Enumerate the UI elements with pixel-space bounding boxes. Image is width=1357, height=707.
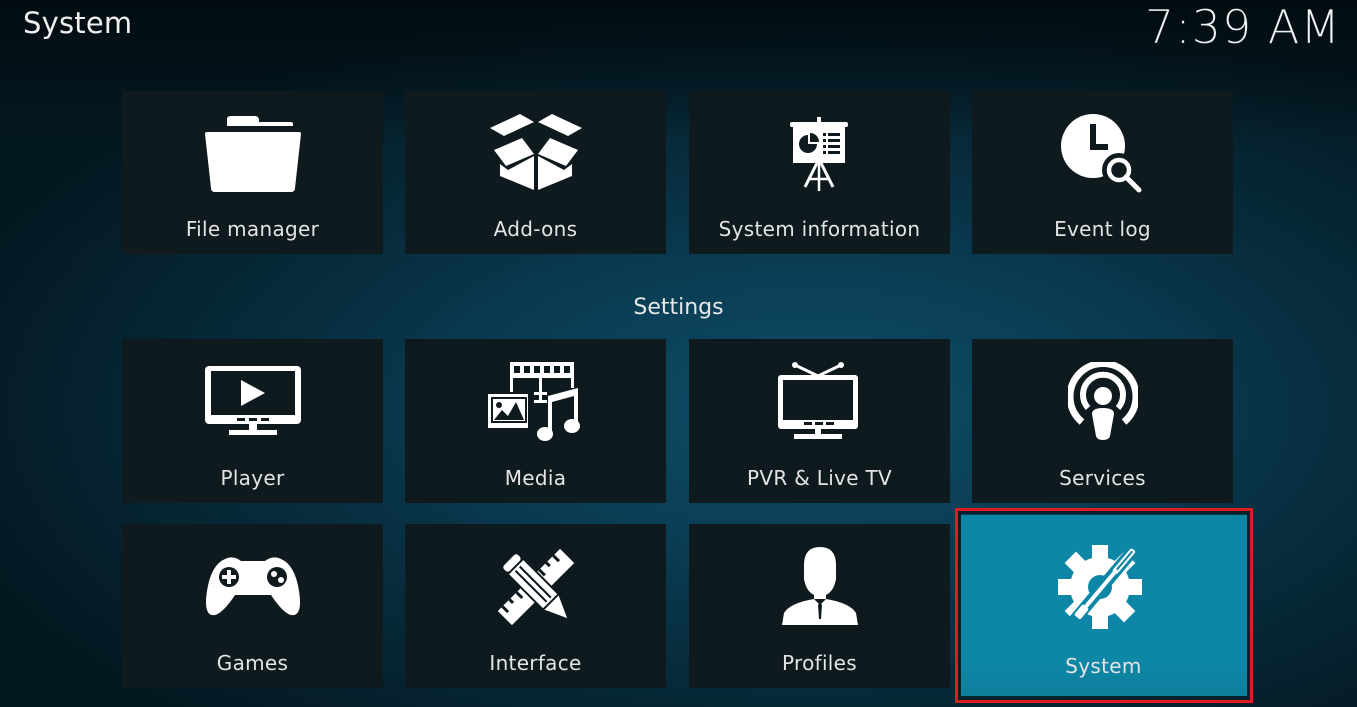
tile-system[interactable]: System <box>960 515 1247 696</box>
tv-antenna-icon <box>689 361 950 443</box>
tile-label: Player <box>220 466 285 490</box>
tile-label: Games <box>216 651 289 675</box>
tile-services[interactable]: Services <box>972 339 1233 503</box>
tile-games[interactable]: Games <box>122 524 383 688</box>
page-title: System <box>23 6 133 40</box>
gamepad-icon <box>122 546 383 628</box>
gear-screwdriver-icon <box>960 539 1247 631</box>
tile-media[interactable]: Media <box>405 339 666 503</box>
tile-event-log[interactable]: Event log <box>972 91 1233 254</box>
folder-icon <box>122 113 383 195</box>
tile-system-information[interactable]: System information <box>689 91 950 254</box>
tile-interface[interactable]: Interface <box>405 524 666 688</box>
tile-label: Interface <box>489 651 582 675</box>
tile-file-manager[interactable]: File manager <box>122 91 383 254</box>
tile-label: System <box>1065 654 1142 678</box>
tile-pvr-live-tv[interactable]: PVR & Live TV <box>689 339 950 503</box>
presentation-board-icon <box>689 113 950 195</box>
open-box-icon <box>405 113 666 195</box>
tile-profiles[interactable]: Profiles <box>689 524 950 688</box>
tile-label: System information <box>718 217 921 241</box>
tile-label: Profiles <box>781 651 857 675</box>
tile-label: Event log <box>1054 217 1151 241</box>
tile-label: PVR & Live TV <box>747 466 892 490</box>
tile-label: Add-ons <box>493 217 578 241</box>
media-film-image-music-icon <box>405 361 666 443</box>
broadcast-person-icon <box>972 361 1233 443</box>
clock-search-icon <box>972 113 1233 195</box>
tile-add-ons[interactable]: Add-ons <box>405 91 666 254</box>
ruler-pencil-icon <box>405 546 666 628</box>
clock: 7:39 AM <box>1144 0 1341 54</box>
settings-section-label: Settings <box>633 295 724 320</box>
person-silhouette-icon <box>689 546 950 628</box>
monitor-play-icon <box>122 361 383 443</box>
tile-label: Media <box>504 466 567 490</box>
tile-label: Services <box>1059 466 1146 490</box>
tile-player[interactable]: Player <box>122 339 383 503</box>
tile-label: File manager <box>185 217 320 241</box>
